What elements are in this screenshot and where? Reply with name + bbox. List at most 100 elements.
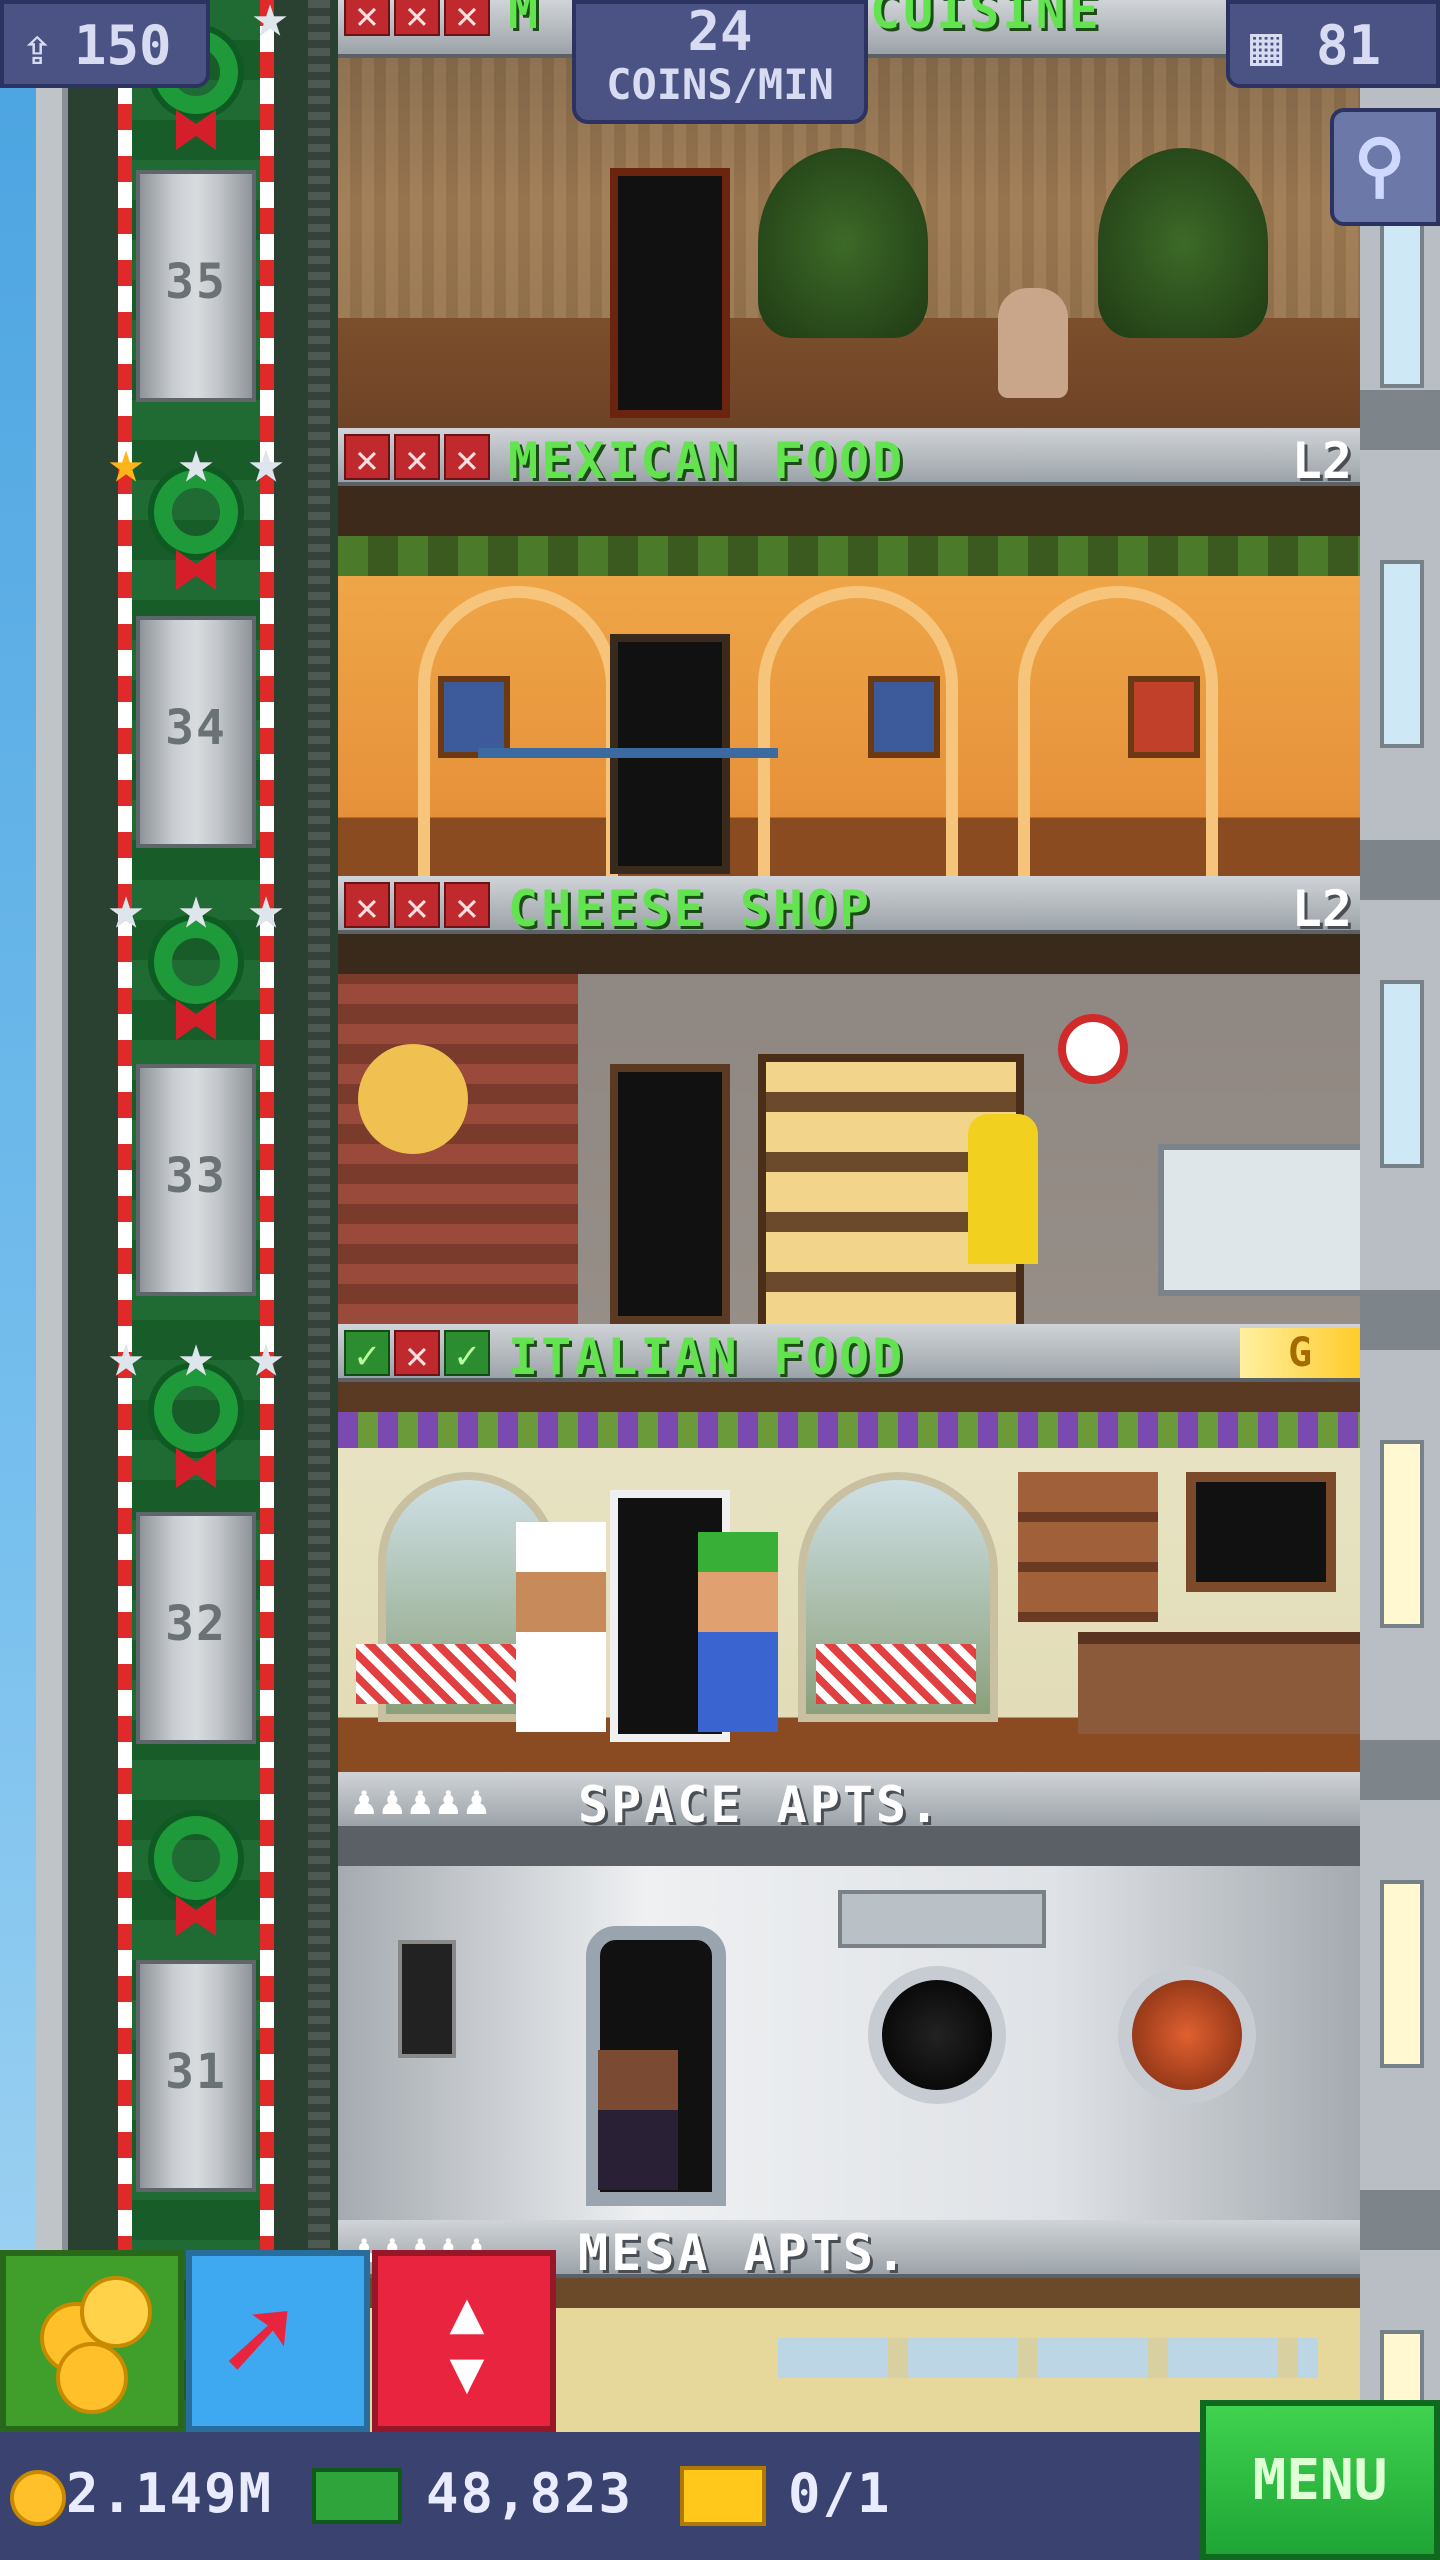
porthole-window bbox=[868, 1966, 1006, 2104]
window-row bbox=[778, 2338, 1318, 2378]
elevator-stop-32[interactable]: 32 bbox=[136, 1512, 256, 1744]
cross-icon: ✕ bbox=[444, 882, 490, 929]
restaurant-room bbox=[338, 1382, 1360, 1772]
plant-icon bbox=[758, 148, 928, 338]
building-icon: ▦ bbox=[1250, 14, 1283, 77]
left-wall bbox=[36, 0, 68, 2560]
room-door bbox=[610, 168, 730, 418]
restaurant-room bbox=[338, 486, 1360, 876]
grape-vine bbox=[338, 1412, 1360, 1448]
shop-room bbox=[338, 934, 1360, 1324]
neighbor-window bbox=[1380, 1880, 1424, 2068]
golden-ticket-icon bbox=[680, 2466, 766, 2526]
tickets-count: 0/1 bbox=[788, 2462, 892, 2525]
floor-italian-food[interactable]: ✓ ✕ ✓ ITALIAN FOOD G bbox=[338, 1324, 1360, 1772]
floor-name: MESA APTS. bbox=[578, 2224, 910, 2282]
check-row: ✕ ✕ ✕ bbox=[344, 0, 504, 37]
floor-label-bar: ♟♟♟♟♟ SPACE APTS. bbox=[338, 1772, 1360, 1834]
chef-figure bbox=[516, 1522, 606, 1732]
floor-name: ITALIAN FOOD bbox=[508, 1328, 906, 1386]
dweller-icons: ♟♟♟♟♟ bbox=[352, 1778, 493, 1824]
bar-counter bbox=[1078, 1632, 1360, 1734]
check-row: ✓ ✕ ✓ bbox=[344, 1330, 504, 1377]
cross-icon: ✕ bbox=[344, 434, 390, 481]
apartment-room bbox=[338, 1830, 1360, 2220]
wall-panel bbox=[398, 1940, 456, 2058]
neighbor-window bbox=[1380, 980, 1424, 1168]
population-icon: ⇪ bbox=[22, 18, 53, 76]
floor-name: SPACE APTS. bbox=[578, 1776, 943, 1834]
plant-icon bbox=[1098, 148, 1268, 338]
star-gold-icon: ★ bbox=[107, 427, 145, 497]
gold-status-badge[interactable]: G bbox=[1240, 1328, 1360, 1378]
floor-level: L2 bbox=[1291, 880, 1352, 938]
star-silver-icon: ★ bbox=[177, 427, 215, 497]
cross-icon: ✕ bbox=[394, 434, 440, 481]
floor-number: 33 bbox=[165, 1148, 227, 1204]
floor-count-counter[interactable]: ▦ 81 bbox=[1226, 0, 1440, 88]
room-door bbox=[610, 1064, 730, 1324]
checkered-table bbox=[356, 1644, 516, 1704]
display-case bbox=[1158, 1144, 1360, 1296]
neighbor-window bbox=[1380, 1440, 1424, 1628]
floor-count-value: 81 bbox=[1316, 14, 1382, 77]
cross-icon: ✕ bbox=[394, 0, 440, 37]
floor-number: 35 bbox=[165, 254, 227, 310]
check-icon: ✓ bbox=[344, 1330, 390, 1377]
floor-name-left: M bbox=[508, 0, 542, 40]
check-icon: ✓ bbox=[444, 1330, 490, 1377]
floor-level: L2 bbox=[1291, 432, 1352, 490]
elevator-stop-33[interactable]: 33 bbox=[136, 1064, 256, 1296]
porthole-mars bbox=[1118, 1966, 1256, 2104]
floor-name: MEXICAN FOOD bbox=[508, 432, 906, 490]
check-row: ✕ ✕ ✕ bbox=[344, 434, 504, 481]
star-silver-icon: ★ bbox=[107, 873, 145, 943]
cross-icon: ✕ bbox=[344, 0, 390, 37]
floor-space-apts[interactable]: ♟♟♟♟♟ SPACE APTS. bbox=[338, 1772, 1360, 2220]
arrow-up-right-icon: ➚ bbox=[222, 2271, 295, 2410]
star-silver-icon: ★ bbox=[177, 1321, 215, 1391]
floor-label-bar: ✕ ✕ ✕ CHEESE SHOP L2 bbox=[338, 876, 1360, 938]
checkered-table bbox=[816, 1644, 976, 1704]
no-smoking-icon bbox=[1058, 1014, 1128, 1084]
bux-amount: 48,823 bbox=[426, 2462, 634, 2525]
star-silver-icon: ★ bbox=[107, 1321, 145, 1391]
cheese-wheel-icon bbox=[358, 1044, 468, 1154]
elevator-stop-35[interactable]: 35 bbox=[136, 170, 256, 402]
coins-button[interactable] bbox=[0, 2250, 184, 2432]
elevator-stop-31[interactable]: 31 bbox=[136, 1960, 256, 2192]
coins-amount: 2.149M bbox=[66, 2462, 274, 2525]
floor-number: 31 bbox=[165, 2044, 227, 2100]
elevator-updown-icon: ▲ ▼ bbox=[449, 2278, 485, 2406]
floor-cheese-shop[interactable]: ✕ ✕ ✕ CHEESE SHOP L2 bbox=[338, 876, 1360, 1324]
elevator-button[interactable]: ▲ ▼ bbox=[372, 2250, 556, 2432]
coin-icon bbox=[10, 2470, 66, 2526]
wreath-icon bbox=[136, 1796, 256, 1976]
cross-icon: ✕ bbox=[394, 882, 440, 929]
floor-number: 32 bbox=[165, 1596, 227, 1652]
floor-label-bar: ✕ ✕ ✕ MEXICAN FOOD L2 bbox=[338, 428, 1360, 490]
wine-rack bbox=[1018, 1472, 1158, 1622]
plumber-figure bbox=[698, 1532, 778, 1732]
star-silver-icon: ★ bbox=[247, 427, 285, 497]
cross-icon: ✕ bbox=[344, 882, 390, 929]
search-button[interactable]: ⚲ bbox=[1330, 108, 1440, 226]
cross-icon: ✕ bbox=[444, 0, 490, 37]
floor-label-bar: ✓ ✕ ✓ ITALIAN FOOD G bbox=[338, 1324, 1360, 1386]
cross-icon: ✕ bbox=[444, 434, 490, 481]
menu-button[interactable]: MENU bbox=[1200, 2400, 1440, 2560]
bux-bill-icon bbox=[312, 2468, 402, 2524]
floor-mexican-food[interactable]: ✕ ✕ ✕ MEXICAN FOOD L2 bbox=[338, 428, 1360, 876]
population-value: 150 bbox=[74, 14, 172, 77]
coins-per-min-panel: 24 COINS/MIN bbox=[572, 0, 868, 124]
raise-button[interactable]: ➚ bbox=[186, 2250, 370, 2432]
resident-figure bbox=[598, 2050, 678, 2190]
floor-name: CHEESE SHOP bbox=[508, 880, 873, 938]
coins-per-min-value: 24 bbox=[687, 0, 753, 63]
population-counter[interactable]: ⇪ 150 bbox=[0, 0, 210, 88]
elevator-cable bbox=[308, 0, 330, 2560]
floor-name-right: CUISINE bbox=[870, 0, 1102, 40]
control-panel bbox=[838, 1890, 1046, 1948]
neighbor-window bbox=[1380, 200, 1424, 388]
elevator-stop-34[interactable]: 34 bbox=[136, 616, 256, 848]
